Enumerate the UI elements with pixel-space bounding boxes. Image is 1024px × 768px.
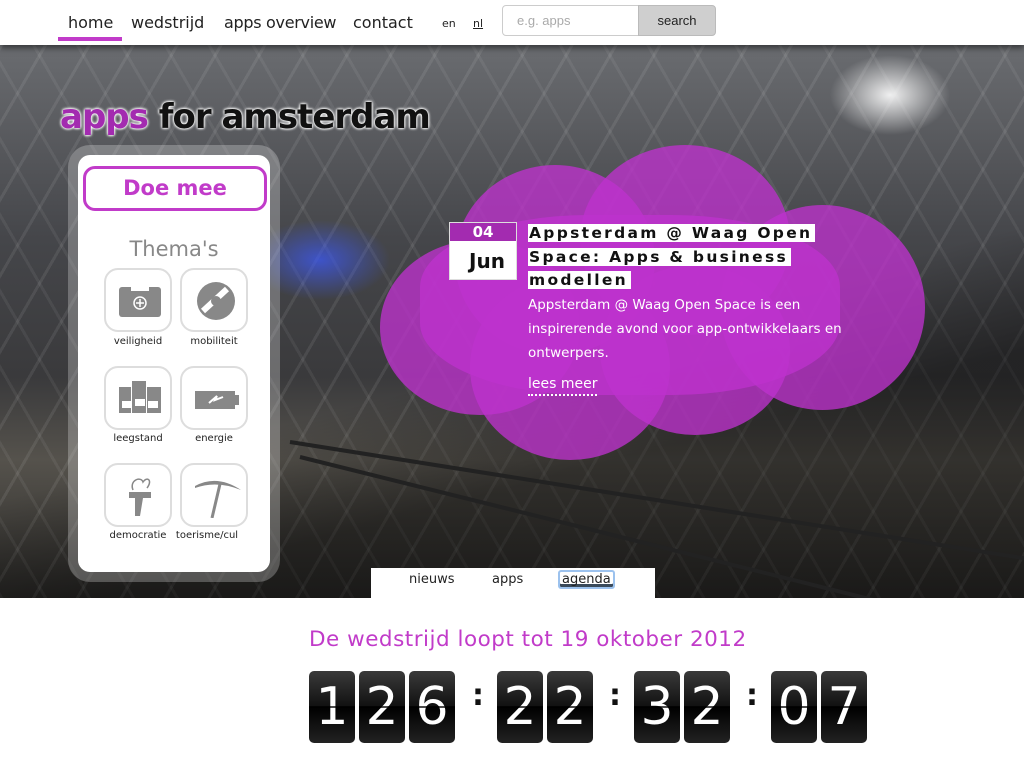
protest-buildings-icon <box>119 381 161 413</box>
theme-label: energie <box>195 433 233 444</box>
tab-agenda[interactable]: agenda <box>558 570 615 589</box>
event-month: Jun <box>469 249 505 273</box>
event-description: Appsterdam @ Waag Open Space is een insp… <box>528 297 842 361</box>
content-tabs: nieuws apps agenda <box>371 568 655 598</box>
logo[interactable]: apps for amsterdam <box>60 97 431 137</box>
sidebar-panel: Doe mee Thema's veiligheid mobiliteit le… <box>78 155 270 572</box>
search-button[interactable]: search <box>638 5 716 36</box>
steering-wheel-icon <box>197 282 235 320</box>
event-day: 04 <box>450 223 516 241</box>
nav-contact[interactable]: contact <box>353 13 413 32</box>
countdown-minutes-digit: 3 <box>634 671 680 743</box>
nav-apps-overview[interactable]: apps overview <box>224 13 336 32</box>
first-aid-kit-icon <box>119 285 161 317</box>
pickaxe-icon <box>195 480 241 518</box>
event-date: 04 Jun <box>449 222 517 280</box>
countdown-days-digit: 1 <box>309 671 355 743</box>
theme-leegstand[interactable] <box>104 366 172 430</box>
doe-mee-button[interactable]: Doe mee <box>83 166 267 211</box>
countdown-hours-digit: 2 <box>547 671 593 743</box>
nav-wedstrijd[interactable]: wedstrijd <box>131 13 204 32</box>
countdown-seconds-digit: 7 <box>821 671 867 743</box>
countdown-separator: : <box>472 678 484 713</box>
torch-icon <box>129 478 151 516</box>
theme-label: democratie <box>109 530 167 541</box>
countdown-minutes-digit: 2 <box>684 671 730 743</box>
active-nav-indicator <box>58 37 122 41</box>
countdown-hours-digit: 2 <box>497 671 543 743</box>
themes-title: Thema's <box>129 237 219 261</box>
tab-nieuws[interactable]: nieuws <box>407 572 457 587</box>
tab-apps[interactable]: apps <box>490 572 525 587</box>
search-input[interactable] <box>502 5 639 36</box>
hero-banner: apps for amsterdam Doe mee Thema's veili… <box>0 45 1024 598</box>
theme-energie[interactable] <box>180 366 248 430</box>
countdown-title: De wedstrijd loopt tot 19 oktober 2012 <box>309 627 747 652</box>
countdown-separator: : <box>609 678 621 713</box>
theme-democratie[interactable] <box>104 463 172 527</box>
lang-nl[interactable]: nl <box>473 17 483 30</box>
event-title[interactable]: Appsterdam @ Waag Open Space: Apps & bus… <box>528 222 818 293</box>
countdown-seconds-digit: 0 <box>771 671 817 743</box>
countdown-days-digit: 2 <box>359 671 405 743</box>
theme-toerisme-cultuur[interactable] <box>180 463 248 527</box>
theme-mobiliteit[interactable] <box>180 268 248 332</box>
header: home wedstrijd apps overview contact en … <box>0 0 1024 45</box>
nav-home[interactable]: home <box>68 13 113 32</box>
theme-label: toerisme/cul <box>175 530 239 541</box>
countdown-separator: : <box>746 678 758 713</box>
lang-en[interactable]: en <box>442 17 456 30</box>
battery-icon <box>195 391 239 409</box>
theme-veiligheid[interactable] <box>104 268 172 332</box>
countdown-days-digit: 6 <box>409 671 455 743</box>
theme-label: mobiliteit <box>190 336 238 347</box>
read-more-link[interactable]: lees meer <box>528 375 598 396</box>
